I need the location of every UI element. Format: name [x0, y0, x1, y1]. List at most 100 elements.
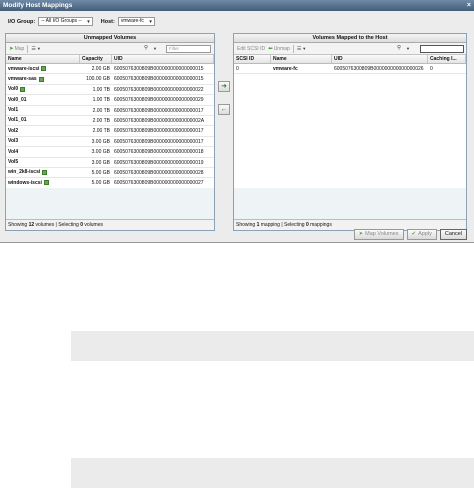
background-bar — [71, 331, 474, 361]
column-header-uid[interactable]: UID — [332, 55, 428, 63]
volume-name-cell: vmware-iscsi — [6, 64, 80, 73]
host-icon — [20, 86, 26, 92]
io-group-label: I/O Group: — [8, 18, 36, 25]
column-header-name[interactable]: Name — [6, 55, 80, 63]
table-row[interactable]: 0 vmware-fc 6005076300809B0000000000000000… — [234, 64, 466, 75]
table-header: Name Capacity UID — [6, 55, 214, 64]
volume-name-cell: Vol0 — [6, 85, 80, 94]
uid-cell: 6005076300809B000000000000000019 — [114, 159, 204, 166]
column-header-caching[interactable]: Caching I... — [428, 55, 466, 63]
panel-title: Unmapped Volumes — [6, 34, 214, 43]
actions-menu-button[interactable]: ☰ ▼ — [31, 46, 40, 52]
io-group-select[interactable]: -- All I/O Groups -- ▼ — [38, 17, 93, 26]
table-row[interactable]: win_2k8-iscsi 5.00 GB 6005076300809B000000… — [6, 168, 214, 179]
table-row[interactable]: Vol1 2.00 TB 6005076300809B000000000000000… — [6, 106, 214, 116]
column-header-scsi-id[interactable]: SCSI ID — [234, 55, 271, 63]
panel-title: Volumes Mapped to the Host — [234, 34, 466, 43]
uid-cell: 6005076300809B000000000000000015 — [114, 76, 204, 83]
table-row[interactable]: Vol4 3.00 GB 6005076300809B000000000000000… — [6, 147, 214, 158]
uid-cell: 6005076300809B000000000000000017 — [114, 138, 204, 145]
table-row[interactable]: vmware-sas 100.00 GB 6005076300809B0000000… — [6, 74, 214, 85]
modify-host-mappings-dialog: I/O Group: -- All I/O Groups -- ▼ Host: … — [0, 11, 474, 243]
edit-scsi-id-label: Edit SCSI ID — [237, 45, 266, 52]
capacity-cell: 1.00 TB — [92, 97, 110, 104]
volume-name-cell: Vol3 — [6, 137, 80, 146]
capacity-cell: 5.00 GB — [91, 169, 110, 176]
capacity-cell: 3.00 GB — [91, 159, 110, 166]
add-mapping-button[interactable]: ➜ — [218, 81, 230, 92]
capacity-cell: 3.00 GB — [91, 149, 110, 156]
column-header-capacity[interactable]: Capacity — [80, 55, 112, 63]
mapped-volumes-table: 0 vmware-fc 6005076300809B0000000000000000… — [234, 64, 466, 187]
cancel-button[interactable]: Cancel — [439, 229, 467, 240]
status-text: mapping | Selecting — [259, 222, 306, 228]
capacity-cell: 2.00 TB — [92, 128, 110, 135]
host-value: vmware-fc — [120, 18, 144, 24]
table-row[interactable]: Vol3 3.00 GB 6005076300809B000000000000000… — [6, 137, 214, 148]
table-row[interactable]: Vol1_01 2.00 TB 6005076300809B000000000000… — [6, 116, 214, 127]
io-group-value: -- All I/O Groups -- — [41, 18, 82, 24]
host-select[interactable]: vmware-fc ▼ — [117, 17, 155, 26]
volume-name-cell: vmware-fc — [273, 65, 298, 72]
status-text: mappings — [308, 222, 332, 228]
capacity-cell: 2.00 TB — [92, 107, 110, 114]
search-icon[interactable]: ⚲ — [144, 45, 148, 51]
volume-name: Vol4 — [8, 148, 19, 155]
volume-name-cell: win_2k8-iscsi — [6, 168, 80, 177]
host-icon — [43, 180, 49, 186]
toolbar-divider — [292, 44, 294, 53]
filter-input[interactable] — [420, 45, 464, 53]
uid-cell: 6005076300809B00000000000000002A — [114, 117, 205, 124]
filter-bar: I/O Group: -- All I/O Groups -- ▼ Host: … — [8, 16, 155, 27]
chevron-down-icon: ▼ — [148, 19, 153, 24]
column-header-uid[interactable]: UID — [112, 55, 214, 63]
actions-menu-button[interactable]: ☰ ▼ — [297, 46, 306, 52]
search-icon[interactable]: ⚲ — [397, 45, 401, 51]
uid-cell: 6005076300809B000000000000000026 — [334, 66, 424, 72]
volume-name-cell: windows-iscsi — [6, 178, 80, 187]
chevron-down-icon[interactable]: ▼ — [153, 46, 157, 51]
apply-button[interactable]: ✔ Apply — [406, 229, 437, 240]
volume-name: windows-iscsi — [8, 179, 42, 186]
table-row[interactable]: Vol2 2.00 TB 6005076300809B000000000000000… — [6, 126, 214, 137]
uid-cell: 6005076300809B000000000000000017 — [114, 107, 204, 114]
volume-name: Vol5 — [8, 159, 19, 166]
status-text: Showing — [8, 222, 29, 228]
window-titlebar: Modify Host Mappings × — [0, 0, 474, 11]
volume-name-cell: vmware-sas — [6, 74, 80, 83]
table-row[interactable]: Vol0 1.00 TB 6005076300809B000000000000000… — [6, 85, 214, 96]
capacity-cell: 1.00 TB — [92, 86, 110, 93]
uid-cell: 6005076300809B000000000000000015 — [114, 66, 204, 72]
volume-name-cell: Vol0_01 — [6, 95, 80, 104]
volume-name: vmware-iscsi — [8, 65, 40, 72]
edit-scsi-id-button[interactable]: Edit SCSI ID — [237, 46, 265, 52]
column-header-name[interactable]: Name — [271, 55, 332, 63]
arrow-left-icon: ⬅ — [268, 45, 273, 52]
map-button[interactable]: ➤ Map — [9, 46, 24, 52]
map-volumes-button[interactable]: ➤ Map Volumes — [353, 229, 404, 240]
map-arrow-icon: ➤ — [9, 45, 14, 52]
empty-table-area — [234, 188, 466, 220]
volume-name-cell: Vol1 — [6, 106, 80, 115]
filter-input[interactable]: Filter — [166, 45, 211, 53]
table-row[interactable]: vmware-iscsi 2.00 GB 6005076300809B0000000… — [6, 64, 214, 75]
chevron-down-icon: ▼ — [36, 46, 41, 51]
close-icon[interactable]: × — [467, 0, 471, 11]
apply-label: Apply — [418, 231, 432, 237]
chevron-down-icon[interactable]: ▼ — [406, 46, 410, 51]
table-row[interactable]: Vol0_01 1.00 TB 6005076300809B000000000000… — [6, 95, 214, 106]
list-icon: ☰ — [296, 45, 302, 52]
remove-mapping-button[interactable]: ← — [218, 104, 230, 115]
unmapped-volumes-table: vmware-iscsi 2.00 GB 6005076300809B0000000… — [6, 64, 214, 189]
unmap-button[interactable]: ⬅ Unmap — [268, 46, 290, 52]
volume-name: Vol0 — [8, 86, 19, 93]
volume-name-cell: Vol2 — [6, 126, 80, 135]
volume-name: vmware-sas — [8, 75, 37, 82]
right-toolbar: Edit SCSI ID ⬅ Unmap ☰ ▼ ⚲ ▼ — [234, 43, 466, 55]
capacity-cell: 100.00 GB — [86, 76, 110, 83]
arrow-left-icon: ← — [220, 106, 228, 113]
table-row[interactable]: Vol5 3.00 GB 6005076300809B000000000000000… — [6, 158, 214, 168]
background-bar — [71, 458, 474, 488]
uid-cell: 6005076300809B000000000000000027 — [114, 180, 204, 187]
window-title: Modify Host Mappings — [3, 2, 73, 9]
